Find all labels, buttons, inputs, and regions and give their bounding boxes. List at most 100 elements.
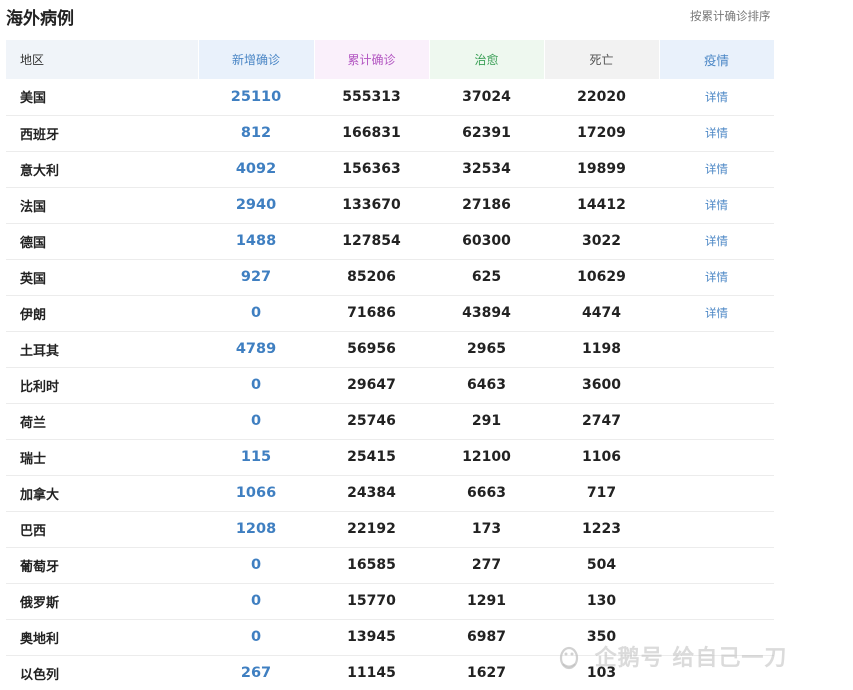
total-cases-cell: 555313 [314, 79, 429, 116]
new-cases-cell: 4092 [198, 151, 314, 188]
table-header: 地区 新增确诊 累计确诊 治愈 死亡 疫情 [6, 40, 775, 79]
region-cell: 以色列 [6, 655, 198, 690]
cured-cell: 1291 [429, 583, 544, 620]
cured-cell: 2965 [429, 331, 544, 368]
table-row: 奥地利 0 13945 6987 350 [6, 619, 774, 656]
detail-link[interactable]: 详情 [705, 198, 728, 212]
total-cases-cell: 133670 [314, 187, 429, 224]
region-cell: 土耳其 [6, 331, 198, 368]
new-cases-cell: 0 [198, 367, 314, 404]
detail-cell [659, 439, 774, 476]
cured-cell: 62391 [429, 115, 544, 152]
region-cell: 巴西 [6, 511, 198, 548]
total-cases-cell: 15770 [314, 583, 429, 620]
cured-cell: 173 [429, 511, 544, 548]
new-cases-cell: 0 [198, 619, 314, 656]
detail-link[interactable]: 详情 [705, 162, 728, 176]
cases-table: 地区 新增确诊 累计确诊 治愈 死亡 疫情 美国 25110 555313 37024… [6, 40, 775, 690]
deaths-cell: 3600 [544, 367, 659, 404]
table-row: 法国 2940 133670 27186 14412 详情 [6, 187, 774, 224]
table-row: 巴西 1208 22192 173 1223 [6, 511, 774, 548]
detail-cell: 详情 [659, 151, 774, 188]
column-header-total: 累计确诊 [314, 40, 430, 79]
total-cases-cell: 24384 [314, 475, 429, 512]
total-cases-cell: 13945 [314, 619, 429, 656]
total-cases-cell: 166831 [314, 115, 429, 152]
detail-cell: 详情 [659, 223, 774, 260]
region-cell: 英国 [6, 259, 198, 296]
deaths-cell: 19899 [544, 151, 659, 188]
detail-link[interactable]: 详情 [705, 306, 728, 320]
new-cases-cell: 927 [198, 259, 314, 296]
detail-cell [659, 367, 774, 404]
column-header-dead: 死亡 [544, 40, 660, 79]
new-cases-cell: 1066 [198, 475, 314, 512]
detail-cell: 详情 [659, 187, 774, 224]
table-row: 荷兰 0 25746 291 2747 [6, 403, 774, 440]
detail-cell: 详情 [659, 259, 774, 296]
region-cell: 加拿大 [6, 475, 198, 512]
cured-cell: 6463 [429, 367, 544, 404]
detail-link[interactable]: 详情 [705, 90, 728, 104]
cured-cell: 6663 [429, 475, 544, 512]
column-header-region: 地区 [6, 40, 199, 79]
table-row: 比利时 0 29647 6463 3600 [6, 367, 774, 404]
new-cases-cell: 0 [198, 583, 314, 620]
table-row: 意大利 4092 156363 32534 19899 详情 [6, 151, 774, 188]
cured-cell: 27186 [429, 187, 544, 224]
overseas-cases-panel: 海外病例 按累计确诊排序 地区 新增确诊 累计确诊 治愈 死亡 疫情 美国 251… [0, 0, 853, 690]
total-cases-cell: 11145 [314, 655, 429, 690]
cured-cell: 277 [429, 547, 544, 584]
cured-cell: 60300 [429, 223, 544, 260]
new-cases-cell: 1488 [198, 223, 314, 260]
table-row: 西班牙 812 166831 62391 17209 详情 [6, 115, 774, 152]
detail-cell [659, 583, 774, 620]
cured-cell: 12100 [429, 439, 544, 476]
detail-cell [659, 511, 774, 548]
region-cell: 荷兰 [6, 403, 198, 440]
deaths-cell: 1198 [544, 331, 659, 368]
detail-cell: 详情 [659, 295, 774, 332]
deaths-cell: 2747 [544, 403, 659, 440]
region-cell: 美国 [6, 79, 198, 116]
cured-cell: 32534 [429, 151, 544, 188]
total-cases-cell: 22192 [314, 511, 429, 548]
deaths-cell: 130 [544, 583, 659, 620]
total-cases-cell: 25415 [314, 439, 429, 476]
table-body: 美国 25110 555313 37024 22020 详情 西班牙 812 166831 623… [6, 79, 774, 690]
cured-cell: 291 [429, 403, 544, 440]
new-cases-cell: 1208 [198, 511, 314, 548]
panel-header: 海外病例 按累计确诊排序 [0, 0, 853, 34]
region-cell: 法国 [6, 187, 198, 224]
deaths-cell: 4474 [544, 295, 659, 332]
detail-cell [659, 655, 774, 690]
detail-cell [659, 547, 774, 584]
detail-link[interactable]: 详情 [705, 234, 728, 248]
detail-link[interactable]: 详情 [705, 270, 728, 284]
column-header-new: 新增确诊 [198, 40, 315, 79]
detail-cell [659, 403, 774, 440]
region-cell: 比利时 [6, 367, 198, 404]
deaths-cell: 1106 [544, 439, 659, 476]
total-cases-cell: 16585 [314, 547, 429, 584]
new-cases-cell: 25110 [198, 79, 314, 116]
deaths-cell: 17209 [544, 115, 659, 152]
deaths-cell: 717 [544, 475, 659, 512]
table-row: 美国 25110 555313 37024 22020 详情 [6, 79, 774, 116]
new-cases-cell: 0 [198, 295, 314, 332]
deaths-cell: 103 [544, 655, 659, 690]
region-cell: 德国 [6, 223, 198, 260]
table-row: 俄罗斯 0 15770 1291 130 [6, 583, 774, 620]
detail-cell [659, 331, 774, 368]
deaths-cell: 3022 [544, 223, 659, 260]
detail-link[interactable]: 详情 [705, 126, 728, 140]
deaths-cell: 14412 [544, 187, 659, 224]
deaths-cell: 10629 [544, 259, 659, 296]
new-cases-cell: 812 [198, 115, 314, 152]
page-title: 海外病例 [6, 9, 74, 29]
cured-cell: 37024 [429, 79, 544, 116]
total-cases-cell: 127854 [314, 223, 429, 260]
column-header-detail: 疫情 [659, 40, 775, 79]
sort-by-total-link[interactable]: 按累计确诊排序 [690, 8, 771, 24]
detail-cell [659, 475, 774, 512]
